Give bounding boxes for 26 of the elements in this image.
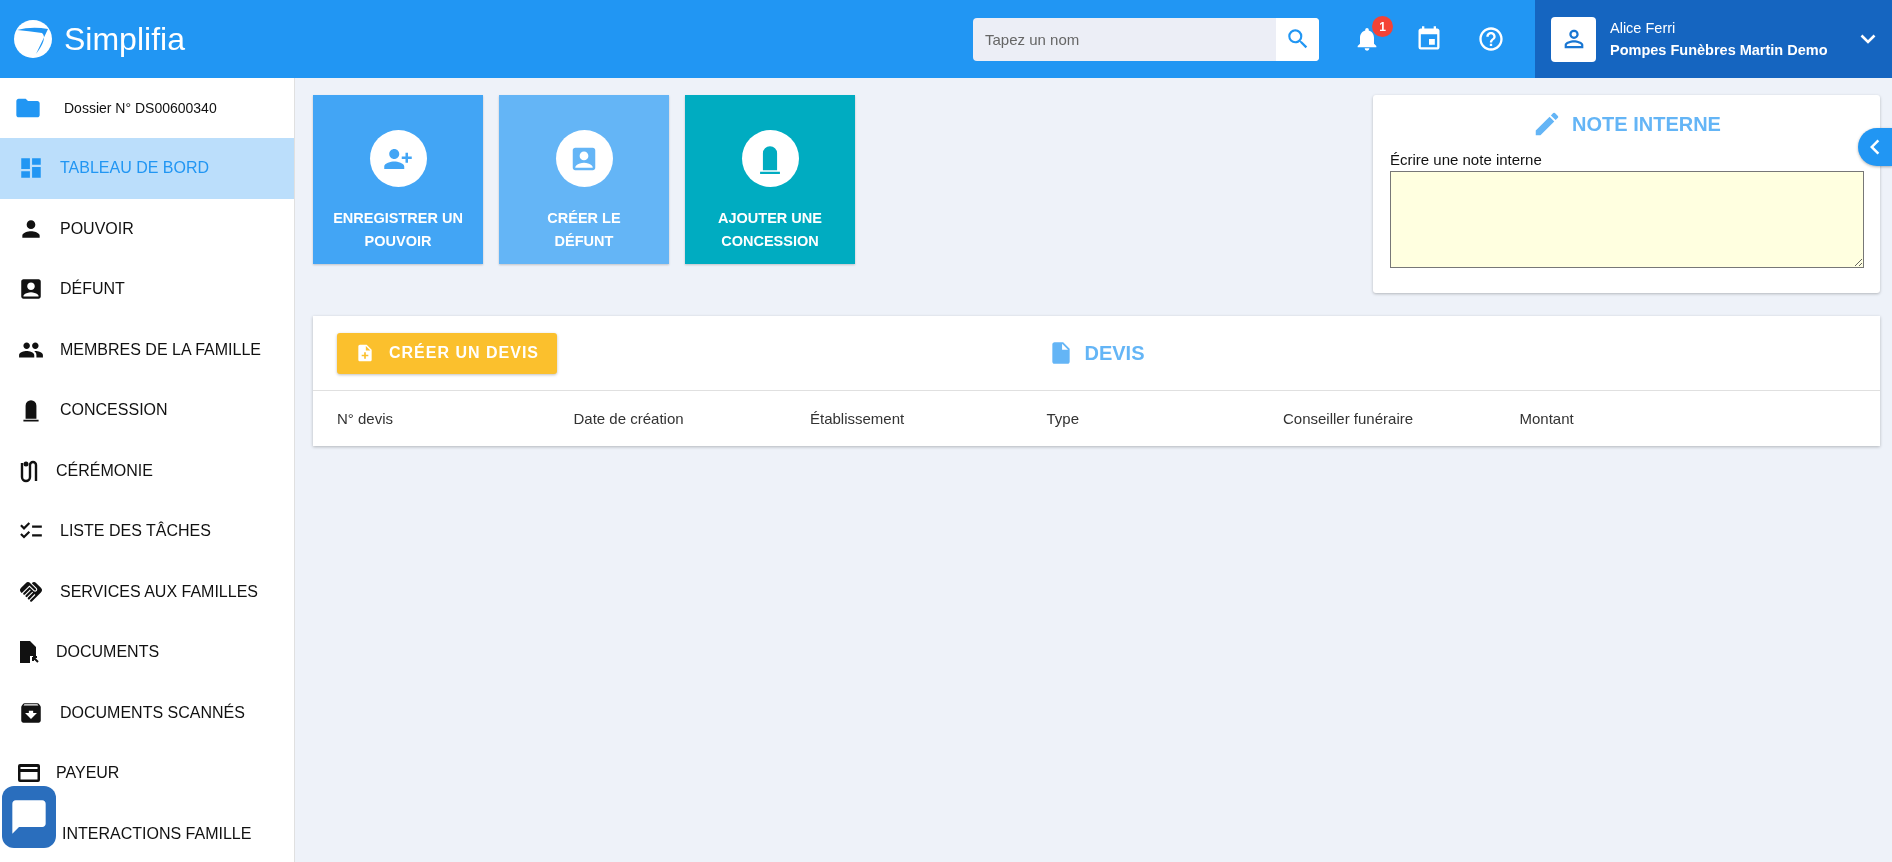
- company-name: Pompes Funèbres Martin Demo: [1610, 42, 1829, 58]
- notification-count: 1: [1372, 16, 1393, 37]
- column-header: Conseiller funéraire: [1283, 410, 1415, 427]
- sidebar-item[interactable]: DÉFUNT: [0, 259, 294, 320]
- sidebar-item[interactable]: LISTE DES TÂCHES: [0, 501, 294, 562]
- column-header: N° devis: [337, 410, 394, 427]
- sidebar-item[interactable]: CÉRÉMONIE: [0, 440, 294, 501]
- sidebar-item[interactable]: DOCUMENTS SCANNÉS: [0, 682, 294, 743]
- column-header: Date de création: [573, 410, 685, 427]
- field-label: Écrire une note interne: [1390, 151, 1542, 168]
- panel-title: NOTE INTERNE: [1572, 112, 1721, 136]
- sidebar-item[interactable]: CONCESSION: [0, 380, 294, 441]
- user-menu[interactable]: Alice Ferri Pompes Funèbres Martin Demo: [1535, 0, 1892, 78]
- sidebar-item[interactable]: PAYEUR: [0, 743, 294, 804]
- sidebar-item[interactable]: MEMBRES DE LA FAMILLE: [0, 319, 294, 380]
- user-name: Alice Ferri: [1610, 20, 1677, 36]
- column-header: Type: [1046, 410, 1081, 427]
- dossier-number: Dossier N° DS00600340: [64, 100, 217, 116]
- brand-name: Simplifia: [64, 20, 185, 58]
- column-header: Établissement: [810, 410, 906, 427]
- sidebar-item[interactable]: DOCUMENTS: [0, 622, 294, 683]
- column-header: Montant: [1519, 410, 1575, 427]
- panel-title: DEVIS: [1084, 341, 1145, 365]
- sidebar-item[interactable]: INTERACTIONS FAMILLE: [0, 803, 294, 862]
- sidebar-item[interactable]: POUVOIR: [0, 198, 294, 259]
- sidebar-item[interactable]: SERVICES AUX FAMILLES: [0, 561, 294, 622]
